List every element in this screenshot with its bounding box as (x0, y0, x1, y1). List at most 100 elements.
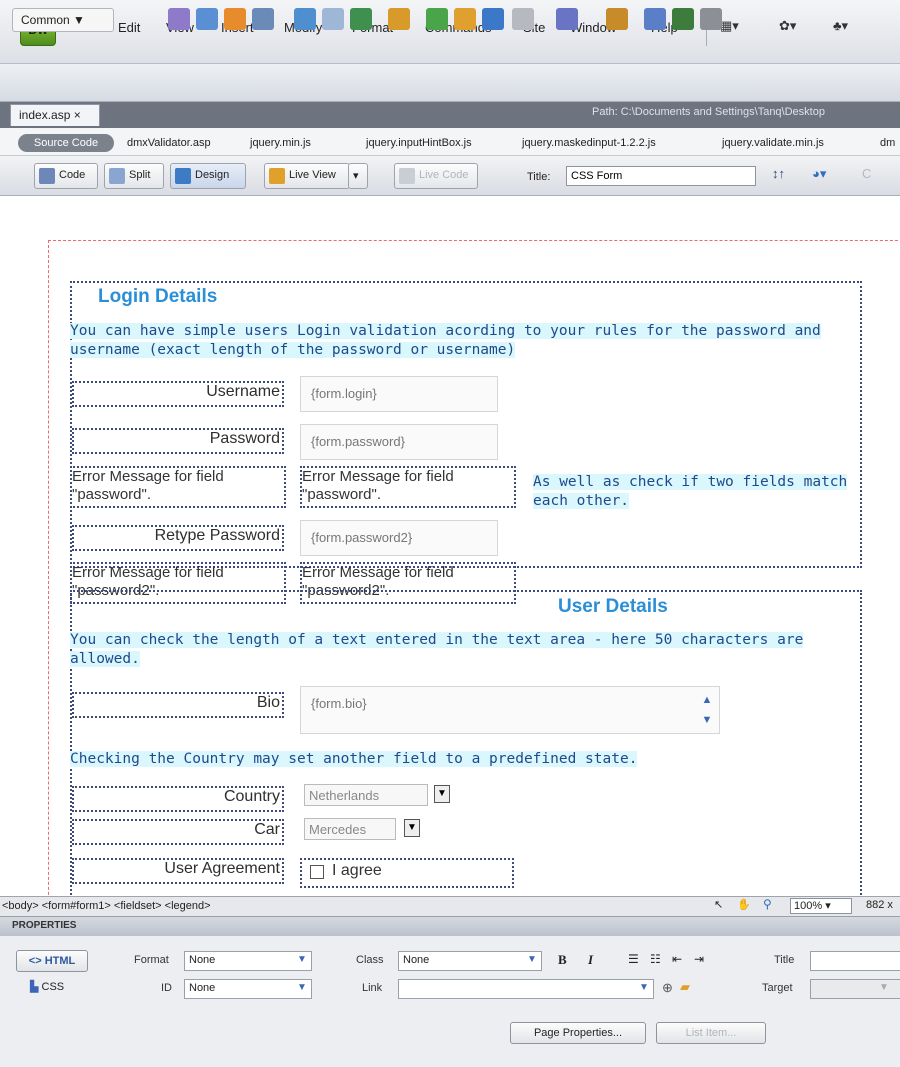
username-input[interactable]: {form.login} (300, 376, 498, 412)
chevron-down-icon: ▼ (527, 954, 537, 965)
italic-button[interactable]: I (588, 952, 593, 968)
related-file[interactable]: jquery.maskedinput-1.2.2.js (522, 137, 656, 149)
class-value: None (403, 954, 430, 966)
close-tab-icon[interactable]: × (74, 108, 81, 122)
hyperlink-icon[interactable] (168, 8, 190, 30)
page-title-label: Title: (527, 171, 551, 183)
insert-category-label: Common (21, 13, 70, 27)
spry-icon[interactable] (672, 8, 694, 30)
page-title-field[interactable] (566, 166, 756, 186)
head-icon[interactable] (512, 8, 534, 30)
link-field[interactable]: ▼ (398, 979, 654, 999)
format-label: Format (134, 954, 169, 966)
html-tab[interactable]: <> HTML (16, 950, 88, 972)
horizontal-rule-icon[interactable] (252, 8, 274, 30)
related-file[interactable]: jquery.inputHintBox.js (366, 137, 472, 149)
images-icon[interactable] (350, 8, 372, 30)
script-icon[interactable] (556, 8, 578, 30)
related-file[interactable]: jquery.validate.min.js (722, 137, 824, 149)
window-size[interactable]: 882 x (866, 899, 893, 911)
hand-tool-icon[interactable]: ✋ (737, 898, 751, 911)
bold-button[interactable]: B (558, 952, 567, 968)
chevron-down-icon: ▼ (639, 982, 649, 993)
html-code-icon: <> (28, 955, 42, 967)
design-view-button[interactable]: Design (170, 163, 246, 189)
tag-breadcrumb[interactable]: <body> <form#form1> <fieldset> <legend> (2, 900, 211, 912)
css-tab[interactable]: ▙ CSS (30, 980, 64, 993)
country-note: Checking the Country may set another fie… (70, 751, 638, 767)
related-file[interactable]: dmxValidator.asp (127, 137, 211, 149)
css-icon: ▙ (30, 981, 39, 993)
code-view-button[interactable]: Code (34, 163, 98, 189)
live-view-button[interactable]: Live View (264, 163, 350, 189)
insert-category-dropdown[interactable]: Common ▼ (12, 8, 114, 32)
chevron-down-icon: ▼ (297, 982, 307, 993)
tab-index-asp[interactable]: index.asp × (10, 104, 100, 126)
match-note: As well as check if two fields match eac… (533, 474, 848, 509)
file-management-icon[interactable]: ↕↑ (772, 166, 785, 181)
unordered-list-icon[interactable]: ☰ (628, 952, 639, 966)
preview-browser-icon[interactable]: ◕▾ (812, 166, 826, 182)
source-code-button[interactable]: Source Code (18, 134, 114, 152)
target-label: Target (762, 982, 793, 994)
split-view-button[interactable]: Split (104, 163, 164, 189)
layout-switcher-icon[interactable]: ▦▾ (720, 18, 739, 34)
design-view-label: Design (195, 169, 230, 181)
ordered-list-icon[interactable]: ☷ (650, 952, 661, 966)
related-file[interactable]: dm (880, 137, 895, 149)
zoom-select[interactable]: 100% ▾ (790, 898, 852, 914)
login-description: You can have simple users Login validati… (70, 323, 821, 358)
target-dropdown[interactable]: ▼ (810, 979, 900, 999)
class-dropdown[interactable]: None ▼ (398, 951, 542, 971)
select-tool-icon[interactable]: ↖ (714, 898, 723, 911)
live-view-options[interactable]: ▾ (348, 163, 368, 189)
related-file[interactable]: jquery.min.js (250, 137, 311, 149)
refresh-icon[interactable]: C (862, 166, 871, 181)
bio-textarea[interactable]: {form.bio} (300, 686, 720, 734)
agree-checkbox[interactable] (310, 865, 324, 879)
user-description: You can check the length of a text enter… (70, 632, 804, 667)
link-label: Link (362, 982, 383, 994)
country-select[interactable]: Netherlands (304, 784, 428, 806)
named-anchor-icon[interactable] (224, 8, 246, 30)
comment-icon[interactable] (482, 8, 504, 30)
menu-edit[interactable]: Edit (118, 20, 140, 35)
chevron-down-icon[interactable]: ▼ (434, 785, 450, 803)
chevron-down-icon: ▾ (353, 170, 359, 182)
table-icon[interactable] (294, 8, 316, 30)
textarea-scrollbar[interactable]: ▲ ▼ (700, 690, 714, 730)
design-view-canvas[interactable]: Login Details You can have simple users … (0, 196, 900, 896)
retype-password-input[interactable]: {form.password2} (300, 520, 498, 556)
page-properties-button[interactable]: Page Properties... (510, 1022, 646, 1044)
chevron-down-icon[interactable]: ▼ (404, 819, 420, 837)
properties-header[interactable]: PROPERTIES (0, 916, 900, 936)
indent-icon[interactable]: ⇥ (694, 952, 704, 966)
outdent-icon[interactable]: ⇤ (672, 952, 682, 966)
date-icon[interactable] (426, 8, 448, 30)
password-input[interactable]: {form.password} (300, 424, 498, 460)
format-dropdown[interactable]: None ▼ (184, 951, 312, 971)
live-view-label: Live View (289, 169, 336, 181)
email-link-icon[interactable] (196, 8, 218, 30)
live-code-button: Live Code (394, 163, 478, 189)
media-icon[interactable] (388, 8, 410, 30)
agree-text: I agree (332, 862, 382, 879)
design-icon (175, 168, 191, 184)
zoom-tool-icon[interactable]: ⚲ (763, 897, 772, 911)
bio-label: Bio (72, 692, 284, 718)
password-label: Password (72, 428, 284, 454)
insert-bar (0, 64, 900, 102)
site-tools-icon[interactable]: ♣▾ (833, 18, 848, 34)
widget-icon[interactable] (700, 8, 722, 30)
id-dropdown[interactable]: None ▼ (184, 979, 312, 999)
car-select[interactable]: Mercedes (304, 818, 396, 840)
extend-gear-icon[interactable]: ✿▾ (779, 18, 796, 34)
browse-folder-icon[interactable]: ▰ (680, 979, 690, 995)
tag-chooser-icon[interactable] (644, 8, 666, 30)
point-to-file-icon[interactable]: ⊕ (662, 980, 673, 996)
tab-filename: index.asp (19, 108, 71, 122)
title-field[interactable] (810, 951, 900, 971)
insert-div-icon[interactable] (322, 8, 344, 30)
templates-icon[interactable] (606, 8, 628, 30)
server-side-include-icon[interactable] (454, 8, 476, 30)
